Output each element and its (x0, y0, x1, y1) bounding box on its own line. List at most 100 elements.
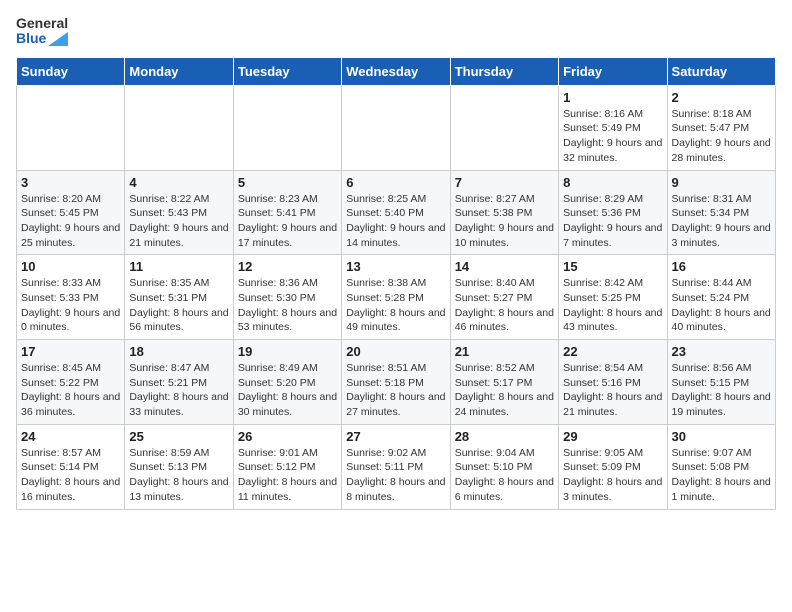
calendar-cell: 21 Sunrise: 8:52 AM Sunset: 5:17 PM Dayli… (450, 340, 558, 425)
day-info: Sunrise: 8:49 AM Sunset: 5:20 PM Dayligh… (238, 361, 337, 420)
logo-bird-icon (48, 32, 68, 46)
day-number: 13 (346, 259, 445, 274)
calendar-cell: 29 Sunrise: 9:05 AM Sunset: 5:09 PM Dayli… (559, 424, 667, 509)
day-number: 5 (238, 175, 337, 190)
day-number: 27 (346, 429, 445, 444)
day-info: Sunrise: 9:05 AM Sunset: 5:09 PM Dayligh… (563, 446, 662, 505)
day-info: Sunrise: 8:16 AM Sunset: 5:49 PM Dayligh… (563, 107, 662, 166)
day-info: Sunrise: 8:51 AM Sunset: 5:18 PM Dayligh… (346, 361, 445, 420)
calendar-cell: 16Sunrise: 8:44 AM Sunset: 5:24 PM Dayli… (667, 255, 775, 340)
logo-blue: Blue (16, 31, 68, 46)
calendar-cell: 6Sunrise: 8:25 AM Sunset: 5:40 PM Daylig… (342, 170, 450, 255)
calendar-cell (125, 85, 233, 170)
day-info: Sunrise: 9:07 AM Sunset: 5:08 PM Dayligh… (672, 446, 771, 505)
calendar-cell (17, 85, 125, 170)
calendar-cell: 28 Sunrise: 9:04 AM Sunset: 5:10 PM Dayli… (450, 424, 558, 509)
day-info: Sunrise: 8:40 AM Sunset: 5:27 PM Dayligh… (455, 276, 554, 335)
logo: General Blue (16, 16, 68, 47)
calendar-cell: 7Sunrise: 8:27 AM Sunset: 5:38 PM Daylig… (450, 170, 558, 255)
day-number: 11 (129, 259, 228, 274)
day-info: Sunrise: 8:57 AM Sunset: 5:14 PM Dayligh… (21, 446, 120, 505)
calendar-cell: 10Sunrise: 8:33 AM Sunset: 5:33 PM Dayli… (17, 255, 125, 340)
calendar-table: SundayMondayTuesdayWednesdayThursdayFrid… (16, 57, 776, 510)
calendar-week-row: 10Sunrise: 8:33 AM Sunset: 5:33 PM Dayli… (17, 255, 776, 340)
day-number: 20 (346, 344, 445, 359)
day-info: Sunrise: 8:45 AM Sunset: 5:22 PM Dayligh… (21, 361, 120, 420)
calendar-cell (342, 85, 450, 170)
calendar-cell: 13 Sunrise: 8:38 AM Sunset: 5:28 PM Dayli… (342, 255, 450, 340)
calendar-cell: 24 Sunrise: 8:57 AM Sunset: 5:14 PM Dayli… (17, 424, 125, 509)
day-number: 30 (672, 429, 771, 444)
day-number: 15 (563, 259, 662, 274)
page-header: General Blue (16, 16, 776, 47)
day-number: 1 (563, 90, 662, 105)
day-number: 19 (238, 344, 337, 359)
calendar-cell: 27 Sunrise: 9:02 AM Sunset: 5:11 PM Dayli… (342, 424, 450, 509)
day-number: 4 (129, 175, 228, 190)
day-info: Sunrise: 8:52 AM Sunset: 5:17 PM Dayligh… (455, 361, 554, 420)
weekday-header: Thursday (450, 57, 558, 85)
logo-container: General Blue (16, 16, 68, 47)
day-info: Sunrise: 8:22 AM Sunset: 5:43 PM Dayligh… (129, 192, 228, 251)
day-number: 3 (21, 175, 120, 190)
calendar-cell: 18 Sunrise: 8:47 AM Sunset: 5:21 PM Dayli… (125, 340, 233, 425)
day-number: 7 (455, 175, 554, 190)
day-info: Sunrise: 9:02 AM Sunset: 5:11 PM Dayligh… (346, 446, 445, 505)
day-info: Sunrise: 8:29 AM Sunset: 5:36 PM Dayligh… (563, 192, 662, 251)
weekday-header: Saturday (667, 57, 775, 85)
calendar-cell: 5 Sunrise: 8:23 AM Sunset: 5:41 PM Daylig… (233, 170, 341, 255)
day-number: 21 (455, 344, 554, 359)
calendar-cell: 26 Sunrise: 9:01 AM Sunset: 5:12 PM Dayli… (233, 424, 341, 509)
day-number: 12 (238, 259, 337, 274)
day-number: 26 (238, 429, 337, 444)
weekday-header: Monday (125, 57, 233, 85)
day-info: Sunrise: 8:35 AM Sunset: 5:31 PM Dayligh… (129, 276, 228, 335)
weekday-header: Wednesday (342, 57, 450, 85)
calendar-cell (450, 85, 558, 170)
calendar-cell: 15Sunrise: 8:42 AM Sunset: 5:25 PM Dayli… (559, 255, 667, 340)
day-info: Sunrise: 8:56 AM Sunset: 5:15 PM Dayligh… (672, 361, 771, 420)
day-number: 23 (672, 344, 771, 359)
day-info: Sunrise: 8:36 AM Sunset: 5:30 PM Dayligh… (238, 276, 337, 335)
weekday-header: Sunday (17, 57, 125, 85)
day-info: Sunrise: 8:59 AM Sunset: 5:13 PM Dayligh… (129, 446, 228, 505)
calendar-body: 1 Sunrise: 8:16 AM Sunset: 5:49 PM Daylig… (17, 85, 776, 509)
day-info: Sunrise: 8:18 AM Sunset: 5:47 PM Dayligh… (672, 107, 771, 166)
calendar-cell: 12 Sunrise: 8:36 AM Sunset: 5:30 PM Dayli… (233, 255, 341, 340)
day-number: 24 (21, 429, 120, 444)
weekday-header: Friday (559, 57, 667, 85)
calendar-cell: 4 Sunrise: 8:22 AM Sunset: 5:43 PM Daylig… (125, 170, 233, 255)
day-number: 28 (455, 429, 554, 444)
calendar-cell: 14 Sunrise: 8:40 AM Sunset: 5:27 PM Dayli… (450, 255, 558, 340)
day-info: Sunrise: 8:33 AM Sunset: 5:33 PM Dayligh… (21, 276, 120, 335)
calendar-cell: 20 Sunrise: 8:51 AM Sunset: 5:18 PM Dayli… (342, 340, 450, 425)
calendar-cell (233, 85, 341, 170)
day-number: 17 (21, 344, 120, 359)
calendar-cell: 11 Sunrise: 8:35 AM Sunset: 5:31 PM Dayli… (125, 255, 233, 340)
calendar-week-row: 3 Sunrise: 8:20 AM Sunset: 5:45 PM Daylig… (17, 170, 776, 255)
calendar-cell: 8Sunrise: 8:29 AM Sunset: 5:36 PM Daylig… (559, 170, 667, 255)
day-info: Sunrise: 8:44 AM Sunset: 5:24 PM Dayligh… (672, 276, 771, 335)
day-number: 25 (129, 429, 228, 444)
day-number: 29 (563, 429, 662, 444)
day-info: Sunrise: 9:04 AM Sunset: 5:10 PM Dayligh… (455, 446, 554, 505)
weekday-header: Tuesday (233, 57, 341, 85)
calendar-week-row: 17 Sunrise: 8:45 AM Sunset: 5:22 PM Dayli… (17, 340, 776, 425)
calendar-week-row: 1 Sunrise: 8:16 AM Sunset: 5:49 PM Daylig… (17, 85, 776, 170)
calendar-cell: 3 Sunrise: 8:20 AM Sunset: 5:45 PM Daylig… (17, 170, 125, 255)
day-info: Sunrise: 8:20 AM Sunset: 5:45 PM Dayligh… (21, 192, 120, 251)
calendar-cell: 25 Sunrise: 8:59 AM Sunset: 5:13 PM Dayli… (125, 424, 233, 509)
calendar-cell: 23 Sunrise: 8:56 AM Sunset: 5:15 PM Dayli… (667, 340, 775, 425)
calendar-week-row: 24 Sunrise: 8:57 AM Sunset: 5:14 PM Dayli… (17, 424, 776, 509)
day-info: Sunrise: 8:23 AM Sunset: 5:41 PM Dayligh… (238, 192, 337, 251)
weekday-header-row: SundayMondayTuesdayWednesdayThursdayFrid… (17, 57, 776, 85)
day-info: Sunrise: 8:47 AM Sunset: 5:21 PM Dayligh… (129, 361, 228, 420)
day-number: 9 (672, 175, 771, 190)
calendar-cell: 1 Sunrise: 8:16 AM Sunset: 5:49 PM Daylig… (559, 85, 667, 170)
day-number: 14 (455, 259, 554, 274)
day-number: 18 (129, 344, 228, 359)
day-info: Sunrise: 9:01 AM Sunset: 5:12 PM Dayligh… (238, 446, 337, 505)
day-info: Sunrise: 8:38 AM Sunset: 5:28 PM Dayligh… (346, 276, 445, 335)
day-number: 6 (346, 175, 445, 190)
calendar-cell: 9Sunrise: 8:31 AM Sunset: 5:34 PM Daylig… (667, 170, 775, 255)
